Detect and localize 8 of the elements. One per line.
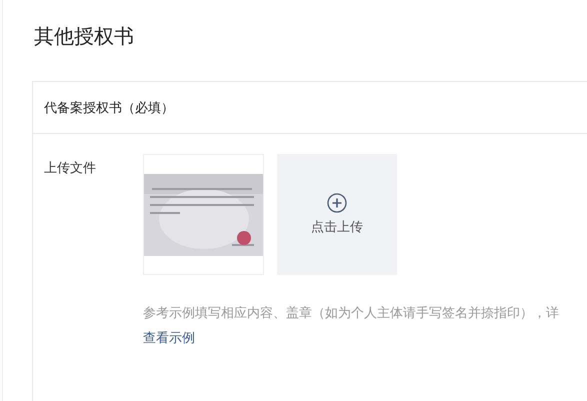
example-link[interactable]: 查看示例 (143, 328, 195, 347)
page-title: 其他授权书 (34, 25, 134, 50)
card-title: 代备案授权书（必填） (44, 98, 174, 117)
hint-text: 参考示例填写相应内容、盖章（如为个人主体请手写签名并捺指印），详 (143, 304, 559, 322)
file-thumbnail[interactable] (143, 154, 264, 275)
field-label: 上传文件 (44, 159, 97, 177)
plus-circle-icon (327, 192, 347, 213)
upload-button[interactable]: 点击上传 (277, 154, 397, 275)
